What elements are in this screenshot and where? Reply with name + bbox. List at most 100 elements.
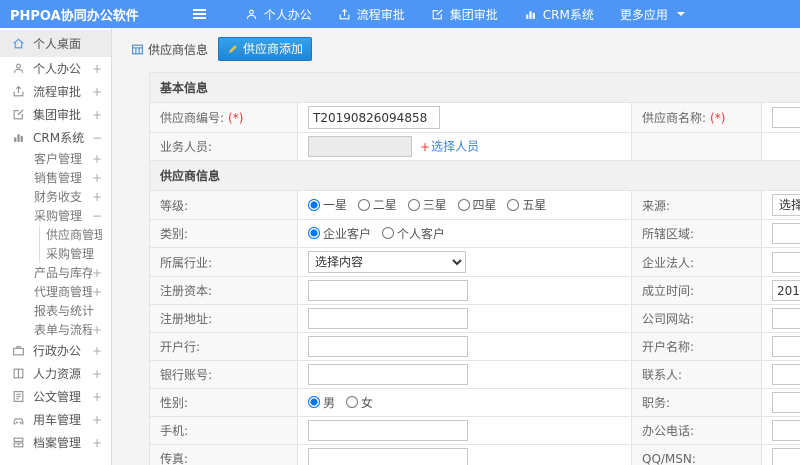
nav-item[interactable]: 个人办公	[232, 0, 325, 28]
sidebar-item[interactable]: 财务收支 +	[0, 187, 111, 206]
sidebar-item[interactable]: 用车管理 +	[0, 408, 111, 431]
sidebar-item-label: 代理商管理	[34, 285, 92, 299]
expand-toggle[interactable]: +	[92, 266, 102, 280]
supplier-name-input[interactable]	[772, 107, 800, 128]
sidebar-item[interactable]: 产品与库存 +	[0, 263, 111, 282]
sidebar-item[interactable]: 销售管理 +	[0, 168, 111, 187]
bank-input[interactable]	[308, 336, 468, 357]
field-label: 供应商编号:	[160, 111, 225, 125]
nav-item-label: 集团审批	[449, 7, 498, 22]
contact-input[interactable]	[772, 364, 800, 385]
select-staff-link[interactable]: 选择人员	[431, 140, 479, 154]
field-label: 业务人员:	[160, 140, 213, 154]
mobile-input[interactable]	[308, 420, 468, 441]
registered-address-input[interactable]	[308, 308, 468, 329]
sidebar-item-label: 采购管理	[34, 209, 83, 223]
nav-item[interactable]: 更多应用	[607, 0, 698, 28]
nav-item[interactable]: 流程审批	[325, 0, 418, 28]
nav-item-label: 流程审批	[356, 7, 405, 22]
job-title-input[interactable]	[772, 392, 800, 413]
tab-supplier-add[interactable]: 供应商添加	[218, 37, 313, 61]
category-radio[interactable]	[308, 227, 320, 240]
sidebar-item[interactable]: 流程审批 +	[0, 80, 111, 103]
expand-toggle[interactable]: +	[92, 62, 102, 76]
sidebar-item-label: 报表与统计	[34, 304, 95, 318]
sidebar-item[interactable]: 表单与流程设置 +	[0, 320, 111, 339]
sidebar-item[interactable]: 集团审批 +	[0, 103, 111, 126]
category-radio[interactable]	[381, 227, 394, 240]
expand-toggle[interactable]: −	[92, 209, 102, 223]
gender-radio[interactable]	[308, 396, 320, 409]
website-input[interactable]	[772, 308, 800, 329]
grade-radio[interactable]	[357, 198, 370, 211]
expand-toggle[interactable]: +	[92, 108, 102, 122]
expand-toggle[interactable]: +	[92, 436, 102, 450]
expand-toggle[interactable]: +	[92, 413, 102, 427]
sidebar-item[interactable]: 报表与统计	[0, 301, 111, 320]
expand-toggle[interactable]: +	[92, 367, 102, 381]
expand-toggle[interactable]: +	[92, 152, 102, 166]
expand-toggle[interactable]: +	[92, 85, 102, 99]
expand-toggle[interactable]: +	[92, 390, 102, 404]
sidebar-item-label: 人力资源	[33, 367, 82, 381]
legal-person-input[interactable]	[772, 251, 800, 273]
sidebar-item[interactable]: 供应商管理	[0, 225, 111, 244]
sidebar-item[interactable]: 采购管理	[0, 244, 111, 263]
source-select[interactable]: 选择内容	[772, 194, 800, 216]
menu-toggle-button[interactable]	[189, 7, 210, 21]
grade-radio[interactable]	[507, 198, 520, 211]
chart-icon	[524, 7, 538, 21]
supplier-code-input[interactable]	[308, 106, 440, 129]
sidebar-item[interactable]: 采购管理 −	[0, 206, 111, 225]
sidebar-item[interactable]: 代理商管理 +	[0, 282, 111, 301]
sidebar-item[interactable]: 行政办公 +	[0, 339, 111, 362]
doc-icon	[12, 390, 26, 404]
sidebar-item[interactable]: 个人办公 +	[0, 57, 111, 80]
sidebar-item[interactable]: 人力资源 +	[0, 362, 111, 385]
expand-toggle[interactable]: +	[92, 285, 102, 299]
qq-msn-input[interactable]	[772, 448, 800, 465]
expand-toggle[interactable]: −	[92, 131, 102, 145]
sidebar-item[interactable]: 档案管理 +	[0, 431, 111, 454]
sidebar-item-label: 行政办公	[33, 344, 82, 358]
gender-radio-group: 男 女	[297, 388, 632, 417]
nav-item[interactable]: CRM系统	[511, 0, 607, 28]
grade-radio[interactable]	[308, 198, 320, 211]
office-phone-input[interactable]	[772, 420, 800, 441]
required-marker: (*)	[228, 111, 244, 125]
expand-toggle[interactable]: +	[92, 323, 102, 337]
account-name-input[interactable]	[772, 336, 800, 357]
registered-capital-input[interactable]	[308, 280, 468, 301]
section-supplier-info: 供应商信息	[148, 160, 800, 191]
sidebar-item-label: 客户管理	[34, 152, 83, 166]
industry-select[interactable]: 选择内容	[308, 251, 466, 273]
nav-item-label: 个人办公	[263, 7, 312, 22]
nav-item-label: CRM系统	[542, 7, 594, 22]
field-label: 银行账号:	[160, 368, 213, 382]
hamburger-icon	[192, 13, 206, 15]
sidebar-item[interactable]: 客户管理 +	[0, 149, 111, 168]
staff-input[interactable]	[308, 136, 412, 157]
fax-input[interactable]	[308, 448, 468, 465]
region-input[interactable]	[772, 223, 800, 244]
nav-item-label: 更多应用	[619, 7, 668, 22]
grade-radio[interactable]	[407, 198, 420, 211]
gender-radio[interactable]	[345, 396, 358, 409]
tab-supplier-info[interactable]: 供应商信息	[131, 41, 208, 58]
field-label: 开户行:	[160, 340, 201, 354]
sidebar-item[interactable]: 公文管理 +	[0, 385, 111, 408]
sidebar-item[interactable]: 个人桌面	[0, 30, 111, 57]
sidebar-item-label: 销售管理	[34, 171, 83, 185]
field-label: 等级:	[160, 198, 189, 213]
bank-account-input[interactable]	[308, 364, 468, 385]
share-icon	[12, 85, 26, 99]
sidebar-item[interactable]: CRM系统 −	[0, 126, 111, 149]
expand-toggle[interactable]: +	[92, 344, 102, 358]
grade-radio[interactable]	[457, 198, 470, 211]
expand-toggle[interactable]: +	[92, 171, 102, 185]
nav-item[interactable]: 集团审批	[418, 0, 511, 28]
field-label: 所属行业:	[160, 255, 213, 270]
car-icon	[12, 413, 26, 427]
expand-toggle[interactable]: +	[92, 190, 102, 204]
founded-date-input[interactable]	[772, 280, 800, 301]
